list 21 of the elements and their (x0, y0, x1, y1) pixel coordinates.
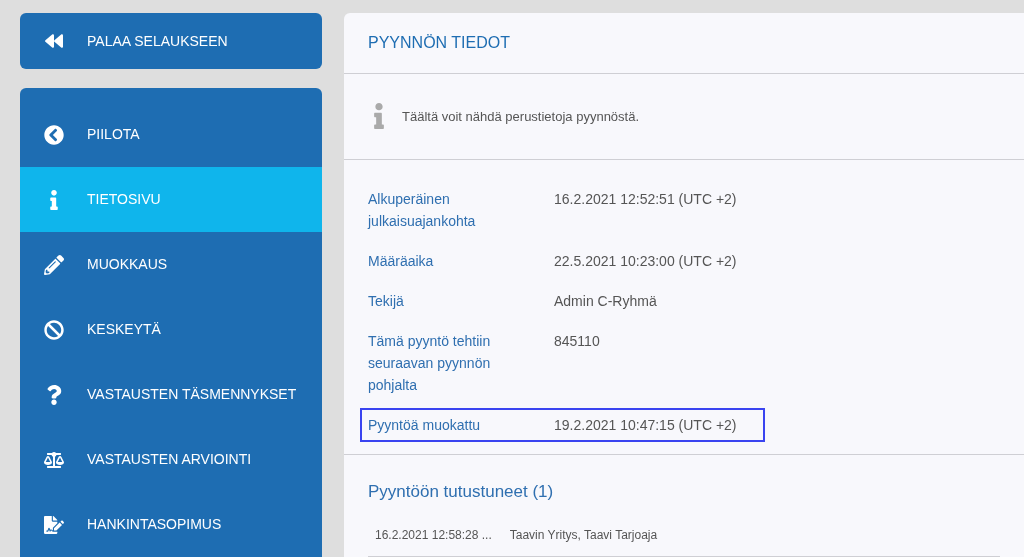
panel-title: PYYNNÖN TIEDOT (368, 33, 510, 54)
detail-label: Pyyntöä muokattu (368, 415, 482, 435)
detail-value: 22.5.2021 10:23:00 (UTC +2) (554, 251, 737, 271)
detail-value: 19.2.2021 10:47:15 (UTC +2) (554, 415, 737, 435)
info-text: Täältä voit nähdä perustietoja pyynnöstä. (402, 107, 640, 126)
rewind-icon (44, 32, 63, 50)
detail-label: Alkuperäinen julkaisuajankohta (368, 189, 477, 231)
detail-label: Tämä pyyntö tehtiin seuraavan pyynnön pohjalta (368, 331, 492, 395)
detail-value: 845110 (554, 331, 600, 351)
detail-value: 16.2.2021 12:52:51 (UTC +2) (554, 189, 737, 209)
detail-label: Määräaika (368, 251, 435, 271)
document-icon (43, 514, 64, 535)
section-title: Pyyntöön tutustuneet (1) (368, 480, 555, 503)
detail-value: Admin C-Ryhmä (554, 291, 657, 311)
detail-label: Tekijä (368, 291, 405, 311)
ban-icon (43, 319, 64, 340)
viewer-name: Taavin Yritys, Taavi Tarjoaja (509, 527, 658, 544)
pencil-icon (43, 254, 64, 275)
back-button[interactable]: PALAA SELAUKSEEN (20, 13, 322, 69)
scale-icon (43, 449, 64, 470)
viewed-time: 16.2.2021 12:58:28 ... (375, 527, 492, 544)
